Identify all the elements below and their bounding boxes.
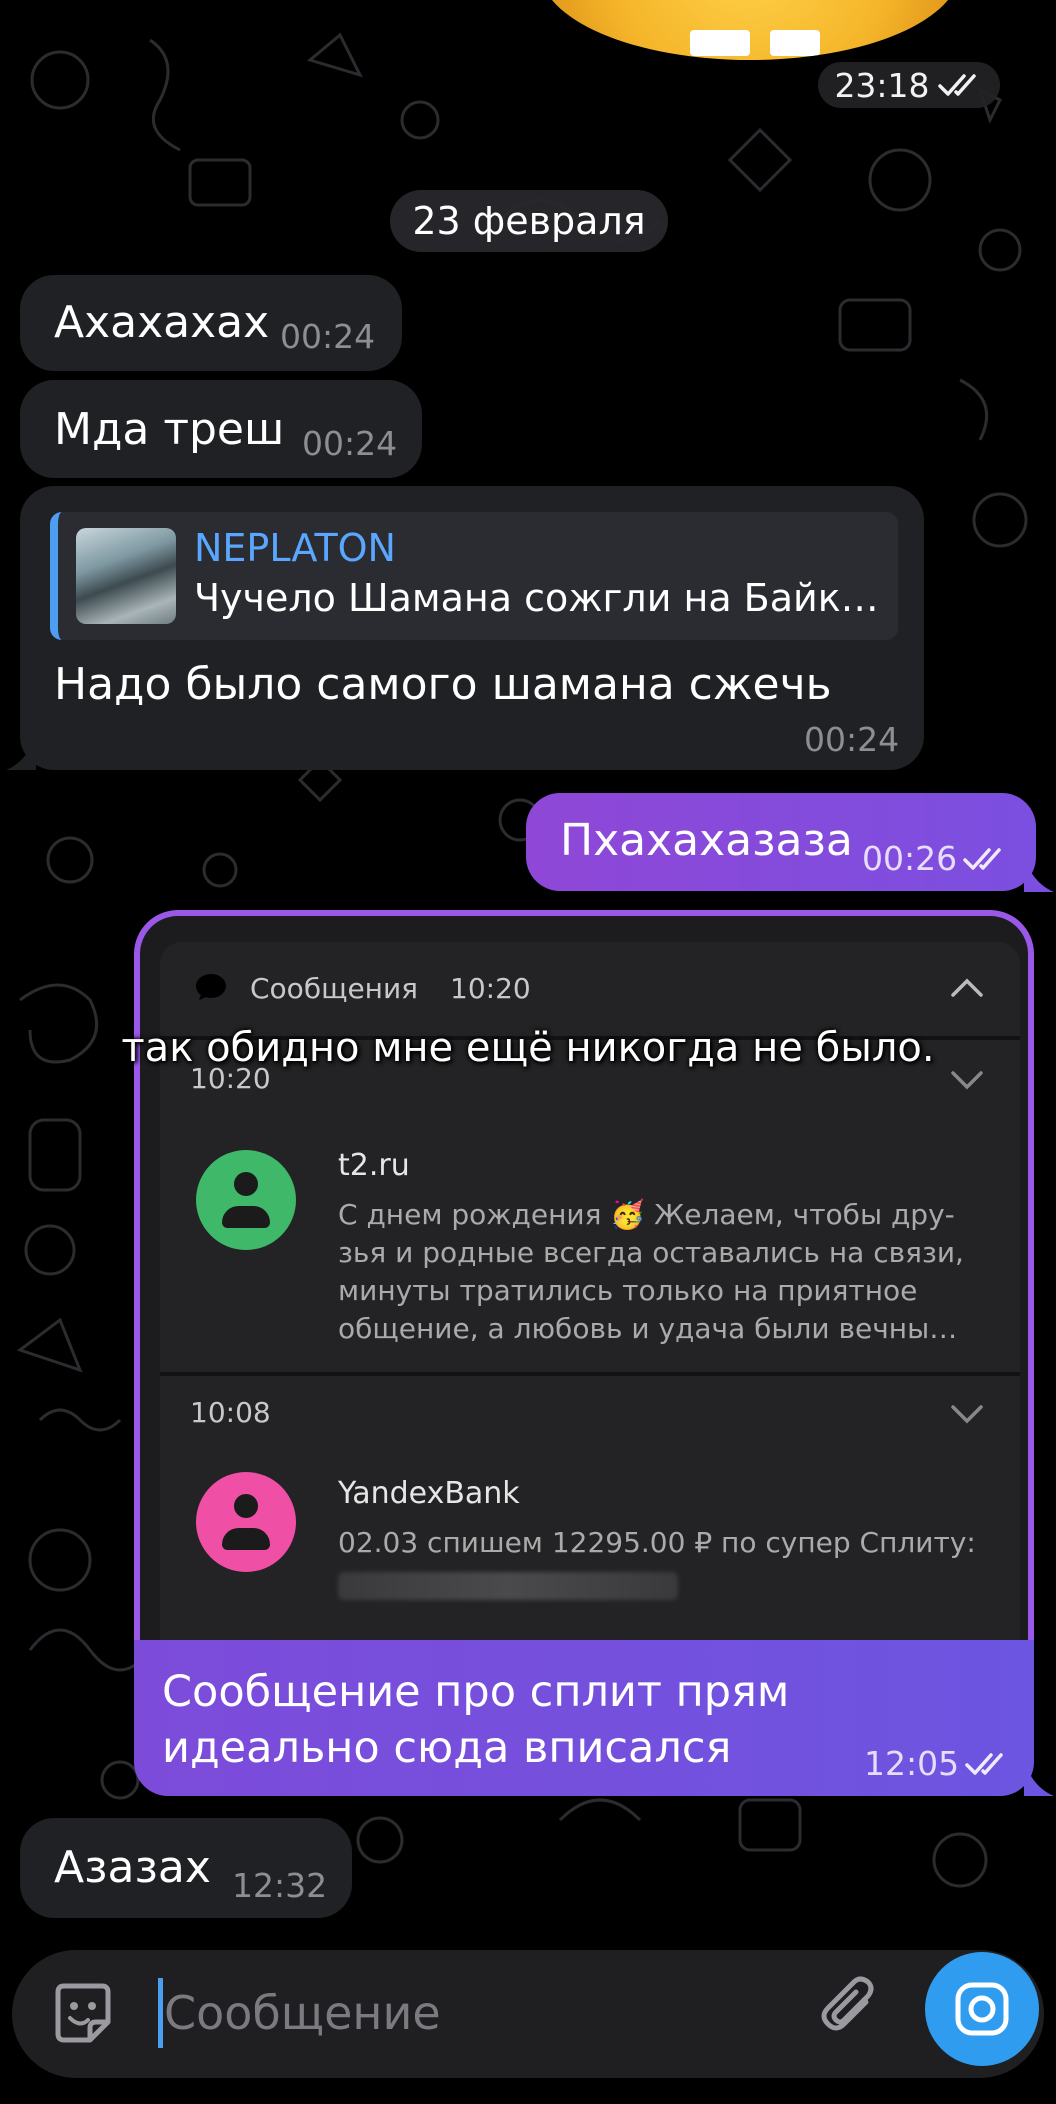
video-caption: так обидно мне ещё никогда не было. bbox=[121, 1025, 935, 1071]
message-text: Мда треш bbox=[54, 404, 285, 455]
sender-name: YandexBank bbox=[338, 1476, 520, 1511]
message-text: идеально сюда вписался bbox=[162, 1723, 732, 1773]
notification-yandexbank[interactable]: 10:08 YandexBank 02.03 спишем 12295.00 ₽… bbox=[160, 1376, 1020, 1640]
double-check-icon bbox=[937, 74, 976, 96]
date-separator: 23 февраля bbox=[390, 190, 668, 252]
app-name: Сообщения bbox=[250, 972, 419, 1005]
chevron-down-icon[interactable] bbox=[950, 1070, 984, 1092]
message-status: 12:05 bbox=[864, 1744, 1011, 1783]
blurred-text bbox=[338, 1572, 678, 1600]
avatar bbox=[196, 1150, 296, 1250]
incoming-message[interactable]: Ахахахах 00:24 bbox=[20, 275, 402, 371]
message-text: Азазах bbox=[54, 1842, 211, 1893]
message-input[interactable] bbox=[164, 1976, 784, 2050]
bubble-tail bbox=[6, 736, 36, 770]
chevron-down-icon[interactable] bbox=[950, 1404, 984, 1426]
bubble-tail bbox=[1024, 858, 1054, 892]
camera-button[interactable] bbox=[925, 1952, 1039, 2066]
sticker-icon[interactable] bbox=[46, 1978, 120, 2052]
reply-author: NEPLATON bbox=[194, 526, 396, 570]
message-time: 12:05 bbox=[864, 1744, 960, 1783]
notification-text: общение, а любовь и удача были вечны… bbox=[338, 1312, 958, 1345]
message-text: Пхахахазаза bbox=[560, 815, 853, 866]
message-text: Надо было самого шамана сжечь bbox=[54, 659, 832, 710]
notification-text: минуты тратились только на приятное bbox=[338, 1274, 918, 1307]
bubble-tail bbox=[1024, 1762, 1054, 1796]
message-status: 00:26 bbox=[862, 839, 1009, 878]
reply-thumbnail bbox=[76, 528, 176, 624]
notification-text: зья и родные всегда оставались на связи, bbox=[338, 1236, 964, 1269]
message-time: 00:24 bbox=[302, 424, 398, 463]
reply-text: Чучело Шамана сожгли на Байк… bbox=[194, 576, 879, 620]
header-time: 10:20 bbox=[450, 972, 531, 1005]
reply-preview[interactable]: NEPLATON Чучело Шамана сожгли на Байк… bbox=[50, 512, 898, 640]
sender-name: t2.ru bbox=[338, 1148, 410, 1183]
camera-icon bbox=[955, 1982, 1009, 2036]
outgoing-message[interactable]: Пхахахазаза 00:26 bbox=[526, 793, 1036, 891]
attach-icon[interactable] bbox=[812, 1972, 890, 2050]
message-time: 00:24 bbox=[804, 720, 900, 759]
message-time: 12:32 bbox=[232, 1866, 328, 1905]
notification-group-header: Сообщения 10:20 bbox=[160, 942, 1020, 1036]
incoming-message[interactable]: Мда треш 00:24 bbox=[20, 380, 422, 478]
sticker-detail bbox=[770, 30, 820, 56]
sticker-detail bbox=[690, 30, 750, 56]
double-check-icon bbox=[963, 847, 1001, 870]
incoming-message[interactable]: Азазах 12:32 bbox=[20, 1818, 352, 1918]
avatar bbox=[196, 1472, 296, 1572]
message-time: 00:24 bbox=[280, 317, 376, 356]
notification-text: 02.03 спишем 12295.00 ₽ по супер Сплиту: bbox=[338, 1526, 976, 1559]
message-text: Ахахахах bbox=[54, 297, 270, 348]
notification-t2[interactable]: 10:20 t2.ru С днем рождения 🥳 Желаем, чт… bbox=[160, 1040, 1020, 1372]
chat-bubble-icon bbox=[196, 974, 226, 1000]
text-cursor bbox=[158, 1978, 163, 2048]
date-label: 23 февраля bbox=[412, 199, 646, 243]
outgoing-message[interactable]: Сообщение про сплит прям идеально сюда в… bbox=[134, 1640, 1034, 1796]
chevron-up-icon[interactable] bbox=[950, 976, 984, 998]
message-time: 00:26 bbox=[862, 839, 958, 878]
message-text: Сообщение про сплит прям bbox=[162, 1667, 790, 1717]
attached-screenshot[interactable]: Сообщения 10:20 10:20 t2.ru С днем рожде… bbox=[134, 910, 1034, 1640]
sticker-time-chip: 23:18 bbox=[818, 62, 1000, 108]
message-time: 23:18 bbox=[834, 65, 930, 105]
notification-text: С днем рождения 🥳 Желаем, чтобы дру- bbox=[338, 1198, 955, 1231]
notification-time: 10:08 bbox=[190, 1396, 271, 1429]
double-check-icon bbox=[965, 1752, 1003, 1775]
